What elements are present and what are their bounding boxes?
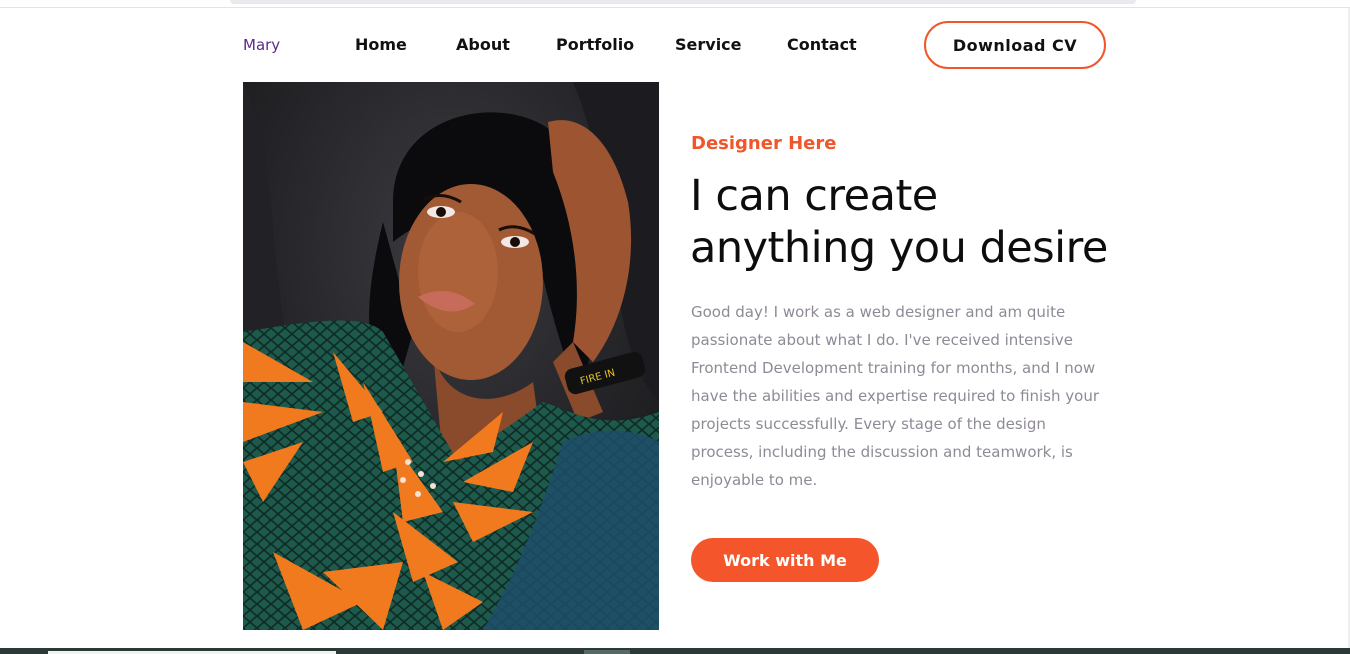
headline-line-2: anything you desire bbox=[690, 223, 1108, 273]
work-with-me-button[interactable]: Work with Me bbox=[691, 538, 879, 582]
profile-photo: FIRE IN bbox=[243, 82, 659, 630]
nav-link-portfolio[interactable]: Portfolio bbox=[556, 35, 634, 54]
nav-link-about[interactable]: About bbox=[456, 35, 510, 54]
tab-strip bbox=[230, 0, 1136, 4]
nav-link-home[interactable]: Home bbox=[355, 35, 407, 54]
bottom-bar bbox=[0, 648, 1350, 654]
nav-link-service[interactable]: Service bbox=[675, 35, 742, 54]
portrait-illustration: FIRE IN bbox=[243, 82, 659, 630]
headline-line-1: I can create bbox=[690, 171, 938, 221]
nav-link-contact[interactable]: Contact bbox=[787, 35, 857, 54]
hero-headline: I can create anything you desire bbox=[690, 170, 1130, 274]
download-cv-button[interactable]: Download CV bbox=[924, 21, 1106, 69]
hero-eyebrow: Designer Here bbox=[691, 133, 837, 154]
logo[interactable]: Mary bbox=[243, 36, 280, 54]
bottom-bar-indicator bbox=[584, 650, 630, 654]
top-nav: Mary Home About Portfolio Service Contac… bbox=[243, 20, 1106, 70]
hero-description: Good day! I work as a web designer and a… bbox=[691, 303, 1100, 489]
browser-top-strip bbox=[0, 0, 1350, 8]
